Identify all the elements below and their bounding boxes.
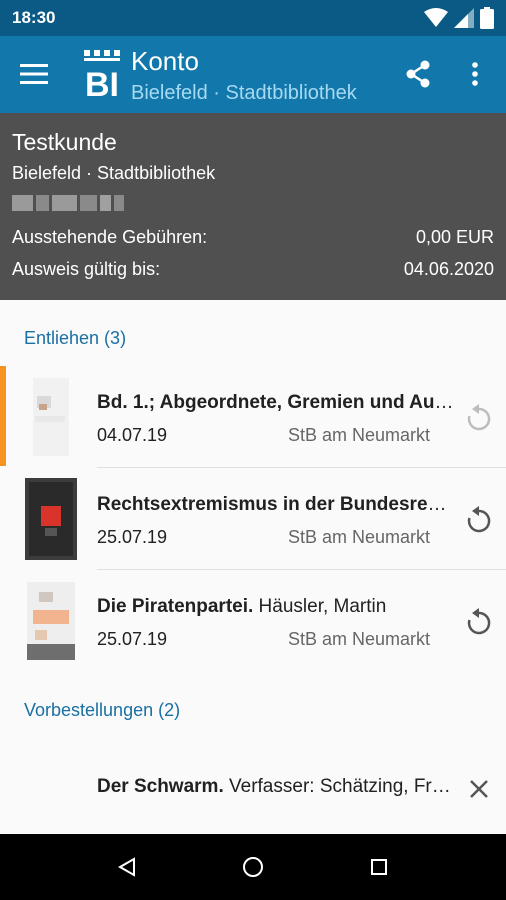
account-id-redacted [12, 195, 124, 211]
page-subtitle: Bielefeld · Stadtbibliothek [131, 82, 357, 104]
status-icons [424, 6, 494, 30]
item-title: Bd. 1.; Abgeordnete, Gremien und Ausschü… [97, 392, 457, 413]
renew-icon [467, 506, 491, 533]
status-bar: 18:30 [0, 0, 506, 36]
fees-label: Ausstehende Gebühren: [12, 227, 208, 247]
fees-row: Ausstehende Gebühren: 0,00 EUR [12, 227, 494, 248]
item-branch: StB am Neumarkt [287, 629, 430, 649]
library-logo-icon: BI [84, 50, 120, 98]
menu-button[interactable] [14, 54, 54, 94]
renew-button[interactable] [458, 600, 500, 642]
account-header: Testkunde Bielefeld · Stadtbibliothek Au… [0, 113, 506, 300]
book-cover [33, 378, 69, 456]
nav-back-button[interactable] [110, 850, 144, 884]
valid-until-row: Ausweis gültig bis: 04.06.2020 [12, 259, 494, 280]
lent-section-header: Entliehen (3) [24, 328, 127, 348]
valid-until-label: Ausweis gültig bis: [12, 259, 161, 279]
recents-square-icon [371, 859, 387, 875]
book-cover [25, 478, 77, 560]
nav-recents-button[interactable] [362, 850, 396, 884]
hamburger-menu-icon [20, 64, 48, 84]
renew-icon [467, 608, 491, 635]
item-due-date: 25.07.19 [97, 629, 168, 649]
item-title-line: Der Schwarm. Verfasser: Schätzing, Frank [97, 776, 457, 798]
account-library: Bielefeld · Stadtbibliothek [12, 163, 216, 183]
cancel-reservation-button[interactable] [458, 768, 500, 810]
back-triangle-icon [118, 857, 135, 877]
item-title-line: Die Piratenpartei. Häusler, Martin [97, 596, 457, 618]
fees-value: 0,00 EUR [415, 227, 494, 247]
item-author: Verfasser: Schätzing, Frank [223, 776, 457, 797]
item-due-date: 04.07.19 [97, 425, 168, 445]
item-title: Die Piratenpartei. [97, 596, 254, 617]
system-nav-bar [0, 834, 506, 900]
more-options-button[interactable] [455, 54, 495, 94]
app-bar: BI Konto Bielefeld · Stadtbibliothek [0, 36, 506, 113]
home-circle-icon [243, 857, 263, 877]
book-cover [27, 582, 75, 660]
item-author: Häusler, Martin [253, 596, 387, 617]
lent-item[interactable]: Rechtsextremismus in der Bundesrepublik … [0, 468, 506, 570]
item-due-date: 25.07.19 [97, 527, 168, 547]
more-vert-icon [472, 62, 478, 86]
item-branch: StB am Neumarkt [287, 425, 430, 445]
item-title-line: Rechtsextremismus in der Bundesrepublik [97, 494, 457, 516]
account-name: Testkunde [12, 129, 117, 155]
nav-home-button[interactable] [236, 850, 270, 884]
reservation-item[interactable]: Der Schwarm. Verfasser: Schätzing, Frank [0, 740, 506, 842]
signal-icon [454, 8, 474, 28]
renew-button[interactable] [458, 498, 500, 540]
logo-text: BI [85, 66, 119, 98]
share-button[interactable] [398, 54, 438, 94]
lent-item[interactable]: Die Piratenpartei. Häusler, Martin 25.07… [0, 570, 506, 672]
page-title: Konto [131, 46, 199, 76]
valid-until-value: 04.06.2020 [403, 259, 494, 279]
renew-button-disabled[interactable] [458, 396, 500, 438]
item-title: Rechtsextremismus in der Bundesrepublik [97, 494, 457, 515]
reservations-section-header: Vorbestellungen (2) [24, 700, 181, 720]
battery-icon [480, 7, 494, 29]
close-icon [470, 780, 488, 798]
due-soon-indicator [0, 366, 6, 466]
share-icon [406, 60, 430, 88]
item-branch: StB am Neumarkt [287, 527, 430, 547]
item-title: Der Schwarm. [97, 776, 224, 797]
wifi-icon [424, 8, 448, 27]
renew-icon [467, 404, 491, 431]
lent-item[interactable]: Bd. 1.; Abgeordnete, Gremien und Ausschü… [0, 366, 506, 468]
status-time: 18:30 [12, 8, 56, 27]
item-title-line: Bd. 1.; Abgeordnete, Gremien und Ausschü… [97, 392, 457, 414]
